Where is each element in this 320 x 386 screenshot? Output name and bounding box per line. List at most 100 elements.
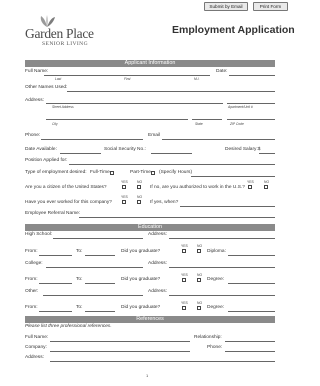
college-from-label: From:: [25, 277, 38, 282]
ssn-field[interactable]: [151, 153, 192, 154]
high-school-address-field[interactable]: [169, 238, 275, 239]
page-title: Employment Application: [172, 24, 295, 36]
full-time-label: Full-Time: [90, 170, 110, 175]
college-no-label: NO: [197, 273, 203, 277]
zip-field[interactable]: [227, 119, 275, 120]
college-field[interactable]: [46, 267, 143, 268]
hs-from-field[interactable]: [39, 255, 72, 256]
worked-yes-label: YES: [121, 195, 128, 199]
ref-phone-label: Phone:: [207, 345, 223, 350]
part-time-checkbox[interactable]: [151, 171, 155, 175]
other-degree-field[interactable]: [228, 311, 275, 312]
citizen-no-label: NO: [137, 180, 143, 184]
college-address-field[interactable]: [169, 267, 275, 268]
salary-field[interactable]: [259, 153, 275, 154]
print-form-button[interactable]: Print Form: [253, 2, 288, 11]
hs-to-label: To:: [76, 249, 83, 254]
full-time-checkbox[interactable]: [110, 171, 114, 175]
other-names-field[interactable]: [67, 91, 275, 92]
date-available-field[interactable]: [60, 153, 101, 154]
citizen-yes-label: YES: [121, 180, 128, 184]
other-graduate-label: Did you graduate?: [121, 305, 161, 310]
other-graduate-no-checkbox[interactable]: [197, 306, 201, 310]
position-label: Position Applied for:: [25, 158, 68, 163]
other-graduate-yes-checkbox[interactable]: [182, 306, 186, 310]
hs-graduate-no-checkbox[interactable]: [197, 249, 201, 253]
phone-label: Phone:: [25, 133, 41, 138]
when-field[interactable]: [180, 206, 275, 207]
diploma-field[interactable]: [228, 255, 275, 256]
salary-label: Desired Salary:$: [225, 147, 261, 152]
ref-address-field[interactable]: [50, 361, 275, 362]
diploma-label: Diploma:: [207, 249, 226, 254]
college-graduate-no-checkbox[interactable]: [197, 278, 201, 282]
hours-field[interactable]: [191, 176, 275, 177]
phone-field[interactable]: [41, 139, 143, 140]
authorized-no-checkbox[interactable]: [264, 185, 268, 189]
email-label: Email: [148, 133, 160, 138]
section-header-education: Education: [25, 224, 275, 231]
college-degree-field[interactable]: [228, 283, 275, 284]
ref-relationship-field[interactable]: [225, 341, 275, 342]
other-degree-label: Degree:: [207, 305, 225, 310]
other-from-label: From:: [25, 305, 38, 310]
other-from-field[interactable]: [39, 311, 72, 312]
city-field[interactable]: [46, 119, 188, 120]
college-degree-label: Degree:: [207, 277, 225, 282]
employment-type-label: Type of employment desired:: [25, 170, 87, 175]
high-school-field[interactable]: [53, 238, 143, 239]
ref-company-label: Company:: [25, 345, 47, 350]
other-address-field[interactable]: [169, 295, 275, 296]
submit-by-email-button[interactable]: Submit by Email: [204, 2, 248, 11]
worked-yes-checkbox[interactable]: [122, 200, 126, 204]
hs-from-label: From:: [25, 249, 38, 254]
date-available-label: Date Available:: [25, 147, 57, 152]
street-sublabel: Street Address: [52, 105, 74, 109]
high-school-address-label: Address:: [148, 232, 167, 237]
college-graduate-yes-checkbox[interactable]: [182, 278, 186, 282]
ref-address-label: Address:: [25, 355, 44, 360]
date-field[interactable]: [229, 75, 275, 76]
hs-no-label: NO: [197, 244, 203, 248]
first-sublabel: First: [124, 77, 131, 81]
hs-graduate-label: Did you graduate?: [121, 249, 161, 254]
brand-tagline: SENIOR LIVING: [42, 41, 89, 47]
section-header-applicant: Applicant Information: [25, 60, 275, 67]
other-school-label: Other:: [25, 289, 39, 294]
college-graduate-label: Did you graduate?: [121, 277, 161, 282]
street-address-field[interactable]: [46, 103, 223, 104]
other-yes-label: YES: [181, 301, 188, 305]
zip-sublabel: ZIP Code: [230, 122, 244, 126]
citizen-question: Are you a citizen of the United States?: [25, 185, 107, 190]
state-field[interactable]: [192, 119, 222, 120]
other-address-label: Address:: [148, 289, 167, 294]
authorized-yes-checkbox[interactable]: [248, 185, 252, 189]
college-from-field[interactable]: [39, 283, 72, 284]
full-name-field[interactable]: [44, 75, 210, 76]
apartment-sublabel: Apartment/Unit #: [228, 105, 253, 109]
part-time-label: Part-Time: [130, 170, 151, 175]
other-school-field[interactable]: [43, 295, 143, 296]
other-to-field[interactable]: [85, 311, 115, 312]
hs-graduate-yes-checkbox[interactable]: [182, 249, 186, 253]
citizen-yes-checkbox[interactable]: [122, 185, 126, 189]
ref-full-name-field[interactable]: [50, 341, 190, 342]
college-to-label: To:: [76, 277, 83, 282]
ref-phone-field[interactable]: [225, 351, 275, 352]
apartment-field[interactable]: [227, 103, 275, 104]
ssn-label: Social Security No.:: [104, 147, 146, 152]
worked-no-label: NO: [137, 195, 143, 199]
hs-yes-label: YES: [181, 244, 188, 248]
email-field[interactable]: [162, 139, 275, 140]
referral-field[interactable]: [79, 217, 275, 218]
citizen-no-checkbox[interactable]: [137, 185, 141, 189]
hs-to-field[interactable]: [85, 255, 115, 256]
college-to-field[interactable]: [85, 283, 115, 284]
address-label: Address:: [25, 98, 44, 103]
date-label: Date:: [216, 69, 228, 74]
position-field[interactable]: [69, 164, 275, 165]
authorized-yes-label: YES: [247, 180, 254, 184]
ref-company-field[interactable]: [50, 351, 190, 352]
college-yes-label: YES: [181, 273, 188, 277]
worked-no-checkbox[interactable]: [137, 200, 141, 204]
